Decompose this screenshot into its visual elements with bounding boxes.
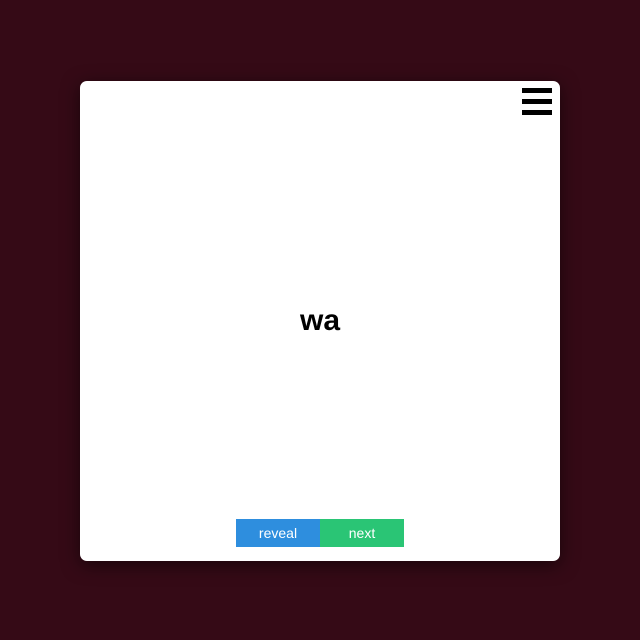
reveal-button[interactable]: reveal [236,519,320,547]
menu-bar-top [522,88,552,93]
card-word: wa [299,304,341,337]
next-button[interactable]: next [320,519,404,547]
hamburger-menu-icon[interactable] [522,88,552,116]
action-buttons: reveal next [236,519,404,547]
menu-bar-bottom [522,110,552,115]
menu-bar-middle [522,99,552,104]
flashcard: wa reveal next [80,81,560,561]
